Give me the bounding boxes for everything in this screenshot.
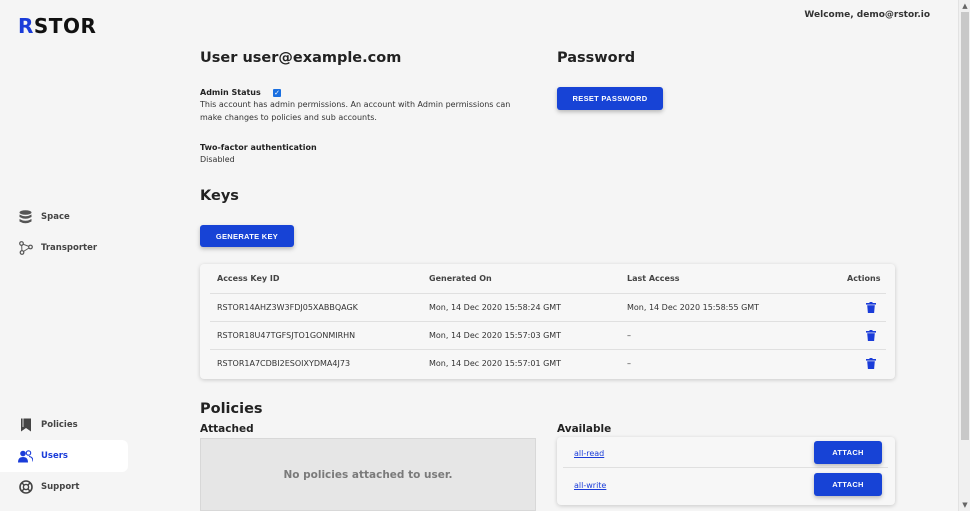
sidebar-item-policies[interactable]: Policies — [0, 409, 128, 441]
generated-on: Mon, 14 Dec 2020 15:57:03 GMT — [429, 331, 562, 340]
table-row: RSTOR1A7CDBI2ESOIXYDMA4J73 Mon, 14 Dec 2… — [210, 349, 886, 376]
password-heading: Password — [557, 50, 636, 66]
last-access: – — [627, 359, 631, 368]
access-key-id: RSTOR14AHZ3W3FDJ05XABBQAGK — [217, 303, 358, 312]
column-header-generated-on: Generated On — [429, 274, 492, 283]
attached-heading: Attached — [200, 423, 254, 435]
admin-status-checkbox[interactable]: ✓ — [273, 89, 281, 97]
sidebar-item-label: Users — [41, 451, 68, 461]
trash-icon[interactable] — [866, 358, 876, 369]
policy-link-all-write[interactable]: all-write — [574, 481, 606, 490]
available-heading: Available — [557, 423, 612, 435]
two-factor-value: Disabled — [200, 155, 235, 164]
access-key-id: RSTOR1A7CDBI2ESOIXYDMA4J73 — [217, 359, 351, 368]
sidebar-item-transporter[interactable]: Transporter — [0, 232, 128, 264]
generated-on: Mon, 14 Dec 2020 15:58:24 GMT — [429, 303, 562, 312]
scroll-up-arrow-icon[interactable]: ▲ — [961, 2, 969, 10]
keys-table: Access Key ID Generated On Last Access A… — [200, 264, 895, 379]
keys-heading: Keys — [200, 188, 239, 204]
support-icon — [18, 480, 33, 495]
access-key-id: RSTOR18U47TGFSJTO1GONMIRHN — [217, 331, 356, 340]
policies-heading: Policies — [200, 401, 263, 417]
list-item: all-read ATTACH — [563, 439, 888, 468]
bookmark-icon — [18, 418, 33, 433]
available-policies-list: all-read ATTACH all-write ATTACH — [557, 437, 895, 505]
scroll-down-arrow-icon[interactable]: ▼ — [961, 501, 969, 509]
sidebar-item-space[interactable]: Space — [0, 201, 128, 233]
sidebar-item-label: Transporter — [41, 243, 98, 253]
welcome-message: Welcome, demo@rstor.io — [804, 10, 930, 20]
attach-button[interactable]: ATTACH — [814, 441, 882, 464]
page-scrollbar[interactable]: ▲ ▼ — [958, 0, 970, 511]
column-header-actions: Actions — [847, 274, 881, 283]
reset-password-button[interactable]: RESET PASSWORD — [557, 87, 663, 110]
rstor-logo[interactable]: RSTOR — [18, 14, 96, 38]
sidebar-item-users[interactable]: Users — [0, 440, 128, 472]
trash-icon[interactable] — [866, 330, 876, 341]
sidebar-item-support[interactable]: Support — [0, 471, 128, 503]
two-factor-label: Two-factor authentication — [200, 143, 317, 152]
generated-on: Mon, 14 Dec 2020 15:57:01 GMT — [429, 359, 562, 368]
sidebar-item-label: Space — [41, 212, 70, 222]
table-row: RSTOR18U47TGFSJTO1GONMIRHN Mon, 14 Dec 2… — [210, 321, 886, 348]
policy-link-all-read[interactable]: all-read — [574, 449, 604, 458]
attached-policies-empty: No policies attached to user. — [200, 438, 536, 511]
last-access: – — [627, 331, 631, 340]
attach-button[interactable]: ATTACH — [814, 473, 882, 496]
transporter-icon — [18, 241, 33, 256]
database-icon — [18, 210, 33, 225]
users-icon — [18, 449, 33, 464]
logo-text: STOR — [33, 14, 97, 38]
admin-status-label: Admin Status — [200, 88, 261, 97]
last-access: Mon, 14 Dec 2020 15:58:55 GMT — [627, 303, 760, 312]
sidebar-item-label: Policies — [41, 420, 78, 430]
column-header-last-access: Last Access — [627, 274, 680, 283]
table-row: RSTOR14AHZ3W3FDJ05XABBQAGK Mon, 14 Dec 2… — [210, 293, 886, 320]
admin-status-description: This account has admin permissions. An a… — [200, 100, 511, 122]
generate-key-button[interactable]: GENERATE KEY — [200, 225, 294, 247]
column-header-access-key-id: Access Key ID — [217, 274, 280, 283]
trash-icon[interactable] — [866, 302, 876, 313]
scrollbar-thumb[interactable] — [961, 12, 969, 440]
logo-r: R — [18, 14, 34, 38]
page-title: User user@example.com — [200, 50, 402, 66]
sidebar-item-label: Support — [41, 482, 80, 492]
list-item: all-write ATTACH — [563, 471, 888, 500]
